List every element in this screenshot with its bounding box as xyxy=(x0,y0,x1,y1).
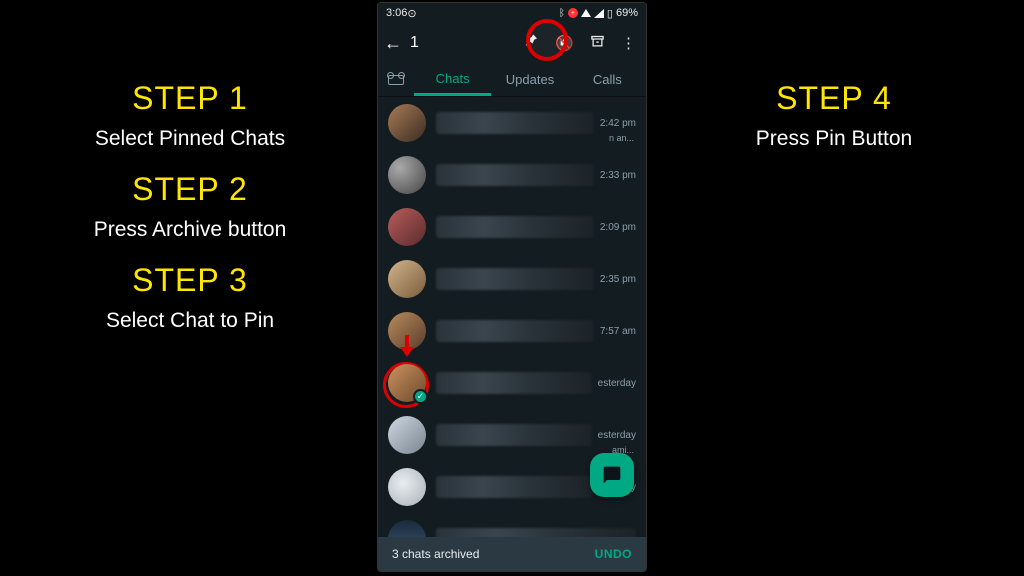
tab-bar: Chats Updates Calls xyxy=(378,63,646,97)
chat-list[interactable]: 2:42 pm n an... 2:33 pm 2:09 pm 2:35 pm … xyxy=(378,97,646,537)
step-2-title: STEP 2 xyxy=(30,171,350,208)
avatar[interactable] xyxy=(388,104,426,142)
wifi-icon xyxy=(581,9,591,17)
avatar[interactable] xyxy=(388,468,426,506)
chat-preview-blur xyxy=(436,216,594,238)
avatar[interactable] xyxy=(388,520,426,537)
avatar[interactable] xyxy=(388,208,426,246)
chat-subtext: n an... xyxy=(609,133,634,143)
step-4-desc: Press Pin Button xyxy=(674,127,994,151)
chat-row[interactable]: 2:09 pm xyxy=(378,201,646,253)
tab-updates[interactable]: Updates xyxy=(491,63,568,96)
chat-time: 7:57 am xyxy=(600,326,636,337)
step-1-desc: Select Pinned Chats xyxy=(30,127,350,151)
step-2-desc: Press Archive button xyxy=(30,218,350,242)
chat-row-selected[interactable]: ✓ esterday xyxy=(378,357,646,409)
step-3-desc: Select Chat to Pin xyxy=(30,309,350,333)
back-icon[interactable]: ← xyxy=(384,33,402,54)
undo-button[interactable]: UNDO xyxy=(595,547,632,561)
chat-time: esterday xyxy=(598,378,636,389)
chat-time: 2:35 pm xyxy=(600,274,636,285)
tab-chats[interactable]: Chats xyxy=(414,63,491,96)
chat-row[interactable]: 7:57 am xyxy=(378,305,646,357)
right-instructions: STEP 4 Press Pin Button xyxy=(674,60,994,151)
chat-preview-blur xyxy=(436,112,594,134)
chat-row[interactable]: 2:33 pm xyxy=(378,149,646,201)
chat-preview-blur xyxy=(436,528,636,537)
selection-count: 1 xyxy=(410,34,419,52)
chat-preview-blur xyxy=(436,476,592,498)
chat-row[interactable]: 2:42 pm n an... xyxy=(378,97,646,149)
avatar[interactable] xyxy=(388,312,426,350)
selected-check-icon: ✓ xyxy=(413,389,428,404)
chat-row[interactable] xyxy=(378,513,646,537)
statusbar-time: 3:06 xyxy=(386,7,407,19)
avatar[interactable] xyxy=(388,260,426,298)
mute-icon[interactable]: 🔇 xyxy=(551,34,578,52)
pin-icon[interactable] xyxy=(519,33,543,53)
avatar[interactable] xyxy=(388,156,426,194)
new-chat-fab[interactable] xyxy=(590,453,634,497)
archive-icon[interactable] xyxy=(586,34,609,53)
chat-time: 2:33 pm xyxy=(600,170,636,181)
statusbar-right: ᛒ + ▯ 69% xyxy=(559,7,638,20)
chat-preview-blur xyxy=(436,164,594,186)
overflow-menu-icon[interactable]: ⋮ xyxy=(617,34,640,52)
step-1-title: STEP 1 xyxy=(30,80,350,117)
chat-preview-blur xyxy=(436,372,592,394)
communities-icon xyxy=(388,75,404,85)
chat-preview-blur xyxy=(436,268,594,290)
chat-time: 2:42 pm xyxy=(600,118,636,129)
chat-row[interactable]: 2:35 pm xyxy=(378,253,646,305)
battery-percent: 69% xyxy=(616,7,638,19)
selection-toolbar: ← 1 🔇 ⋮ xyxy=(378,23,646,63)
notification-badge-icon: + xyxy=(568,8,578,18)
bluetooth-icon: ᛒ xyxy=(559,8,565,19)
avatar[interactable] xyxy=(388,416,426,454)
step-3-title: STEP 3 xyxy=(30,262,350,299)
tab-calls[interactable]: Calls xyxy=(569,63,646,96)
snackbar-text: 3 chats archived xyxy=(392,547,479,561)
chat-time: 2:09 pm xyxy=(600,222,636,233)
chat-preview-blur xyxy=(436,424,592,446)
tab-communities[interactable] xyxy=(378,63,414,96)
step-4-title: STEP 4 xyxy=(674,80,994,117)
left-instructions: STEP 1 Select Pinned Chats STEP 2 Press … xyxy=(30,60,350,333)
signal-icon xyxy=(594,9,604,18)
battery-icon: ▯ xyxy=(607,7,613,20)
phone-frame: 3:06 ⊙ ᛒ + ▯ 69% ← 1 🔇 ⋮ Chats Updates C… xyxy=(377,2,647,572)
chat-time: esterday xyxy=(598,430,636,441)
avatar[interactable]: ✓ xyxy=(388,364,426,402)
chat-preview-blur xyxy=(436,320,594,342)
android-statusbar: 3:06 ⊙ ᛒ + ▯ 69% xyxy=(378,3,646,23)
archive-snackbar: 3 chats archived UNDO xyxy=(378,537,646,571)
